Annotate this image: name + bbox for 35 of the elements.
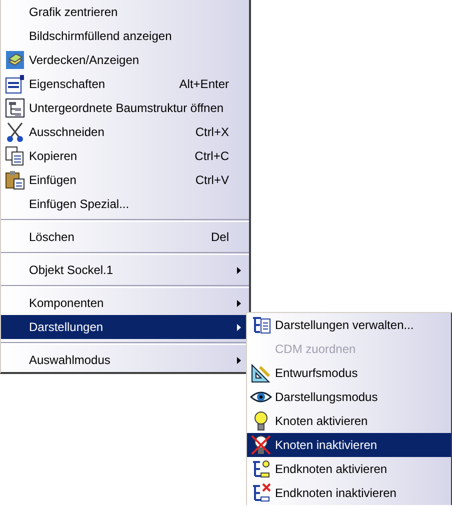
layers-icon: [5, 50, 25, 70]
arrow-icon: [237, 324, 241, 330]
clipboard-icon: [5, 170, 25, 190]
arrow-icon: [237, 300, 241, 306]
menu-item[interactable]: Einfügen Ctrl+V: [1, 168, 249, 192]
menu-item[interactable]: Löschen Del: [1, 225, 249, 249]
arrow-icon: [237, 266, 241, 274]
menu-item[interactable]: Endknoten aktivieren: [247, 457, 451, 481]
submenu-item[interactable]: Objekt Sockel.1: [1, 258, 249, 282]
tree-icon: [5, 98, 25, 118]
submenu-item[interactable]: Auswahlmodus: [1, 348, 249, 372]
tree-cross-icon: [250, 483, 272, 503]
menu-item[interactable]: Grafik zentrieren: [1, 0, 249, 24]
menu-item[interactable]: Entwurfsmodus: [247, 361, 451, 385]
menu-item[interactable]: Kopieren Ctrl+C: [1, 144, 249, 168]
menu-item[interactable]: Endknoten inaktivieren: [247, 481, 451, 505]
menu-item[interactable]: Darstellungsmodus: [247, 385, 451, 409]
menu-item[interactable]: Untergeordnete Baumstruktur öffnen: [1, 96, 249, 120]
menu-item[interactable]: Knoten inaktivieren: [247, 433, 451, 457]
scissors-icon: [5, 121, 25, 143]
menu-item[interactable]: Darstellungen verwalten...: [247, 313, 451, 337]
arrow-icon: [237, 356, 241, 364]
submenu-item[interactable]: Darstellungen: [1, 315, 249, 339]
tree-bulb-icon: [250, 459, 272, 479]
tree-icon: [250, 315, 272, 335]
menu-item[interactable]: Eigenschaften Alt+Enter: [1, 72, 249, 96]
copy-icon: [5, 146, 25, 166]
menu-item[interactable]: Verdecken/Anzeigen: [1, 48, 249, 72]
menu-item[interactable]: Ausschneiden Ctrl+X: [1, 120, 249, 144]
menu-item[interactable]: Knoten aktivieren: [247, 409, 451, 433]
menu-item[interactable]: Einfügen Spezial...: [1, 192, 249, 216]
crossed-bulb-icon: [250, 435, 272, 455]
menu-item[interactable]: Bildschirmfüllend anzeigen: [1, 24, 249, 48]
submenu-item[interactable]: Komponenten: [1, 291, 249, 315]
properties-icon: [5, 74, 25, 94]
